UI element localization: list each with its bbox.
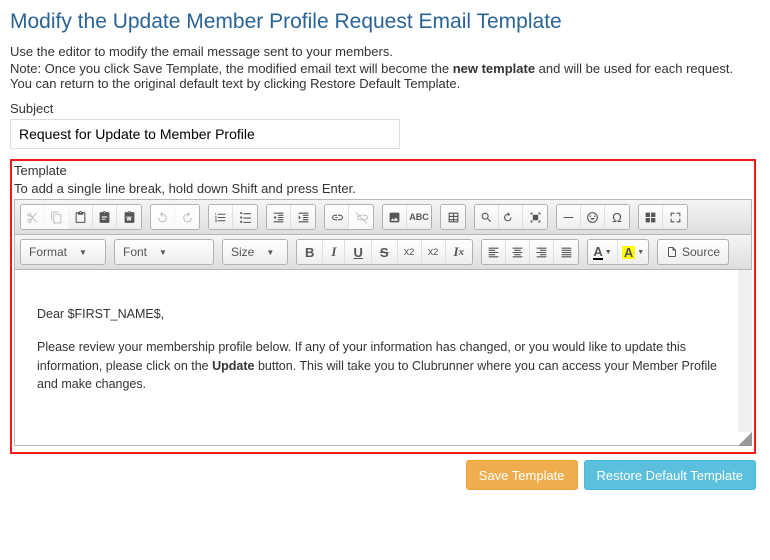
source-button[interactable]: Source	[657, 239, 729, 265]
remove-format-button[interactable]: Ix	[446, 240, 472, 264]
chevron-down-icon: ▼	[79, 248, 87, 257]
format-dropdown[interactable]: Format▼	[20, 239, 106, 265]
editor-wrapper: Dear $FIRST_NAME$, Please review your me…	[14, 270, 752, 446]
image-icon[interactable]	[383, 205, 407, 229]
show-blocks-icon[interactable]	[639, 205, 663, 229]
bold-button[interactable]: B	[297, 240, 323, 264]
template-section: Template To add a single line break, hol…	[10, 159, 756, 454]
scrollbar[interactable]	[738, 270, 752, 432]
underline-button[interactable]: U	[345, 240, 371, 264]
intro-line-1: Use the editor to modify the email messa…	[10, 44, 756, 59]
toolbar-row-1: ABC Ω	[15, 200, 751, 235]
align-right-icon[interactable]	[530, 240, 554, 264]
bg-color-button[interactable]: A▼	[618, 240, 648, 264]
outdent-icon[interactable]	[267, 205, 291, 229]
restore-default-button[interactable]: Restore Default Template	[584, 460, 756, 490]
template-hint: To add a single line break, hold down Sh…	[14, 181, 752, 196]
numbered-list-icon[interactable]	[209, 205, 233, 229]
action-buttons: Save Template Restore Default Template	[10, 454, 756, 496]
indent-icon[interactable]	[291, 205, 315, 229]
hr-icon[interactable]	[557, 205, 581, 229]
find-icon[interactable]	[475, 205, 499, 229]
save-template-button[interactable]: Save Template	[466, 460, 578, 490]
align-left-icon[interactable]	[482, 240, 506, 264]
subscript-button[interactable]: x2	[398, 240, 422, 264]
chevron-down-icon: ▼	[159, 248, 167, 257]
align-center-icon[interactable]	[506, 240, 530, 264]
page-title: Modify the Update Member Profile Request…	[10, 10, 756, 34]
template-label: Template	[14, 163, 752, 178]
chevron-down-icon: ▼	[266, 248, 274, 257]
editor-toolbar: ABC Ω	[14, 199, 752, 270]
paste-icon[interactable]	[69, 205, 93, 229]
resize-handle[interactable]	[738, 432, 752, 446]
size-dropdown[interactable]: Size▼	[222, 239, 288, 265]
source-icon	[666, 246, 678, 258]
replace-icon[interactable]	[499, 205, 523, 229]
undo-icon	[151, 205, 175, 229]
bullet-list-icon[interactable]	[233, 205, 257, 229]
redo-icon	[175, 205, 199, 229]
cut-icon	[21, 205, 45, 229]
editor-textarea[interactable]: Dear $FIRST_NAME$, Please review your me…	[14, 270, 752, 446]
toolbar-row-2: Format▼ Font▼ Size▼ B I U S x2 x2	[15, 235, 751, 270]
italic-button[interactable]: I	[323, 240, 345, 264]
spellcheck-icon[interactable]: ABC	[407, 205, 431, 229]
emoji-icon[interactable]	[581, 205, 605, 229]
paste-word-icon[interactable]	[117, 205, 141, 229]
table-icon[interactable]	[441, 205, 465, 229]
select-all-icon[interactable]	[523, 205, 547, 229]
link-icon[interactable]	[325, 205, 349, 229]
intro-line-2: Note: Once you click Save Template, the …	[10, 61, 756, 91]
copy-icon	[45, 205, 69, 229]
special-char-icon[interactable]: Ω	[605, 205, 629, 229]
paste-text-icon[interactable]	[93, 205, 117, 229]
strike-button[interactable]: S	[372, 240, 398, 264]
font-dropdown[interactable]: Font▼	[114, 239, 214, 265]
unlink-icon	[349, 205, 373, 229]
text-color-button[interactable]: A▼	[588, 240, 618, 264]
superscript-button[interactable]: x2	[422, 240, 446, 264]
align-justify-icon[interactable]	[554, 240, 578, 264]
editor-body: Please review your membership profile be…	[37, 338, 729, 394]
maximize-icon[interactable]	[663, 205, 687, 229]
subject-label: Subject	[10, 101, 756, 116]
subject-input[interactable]	[10, 119, 400, 149]
editor-greeting: Dear $FIRST_NAME$,	[37, 305, 729, 324]
